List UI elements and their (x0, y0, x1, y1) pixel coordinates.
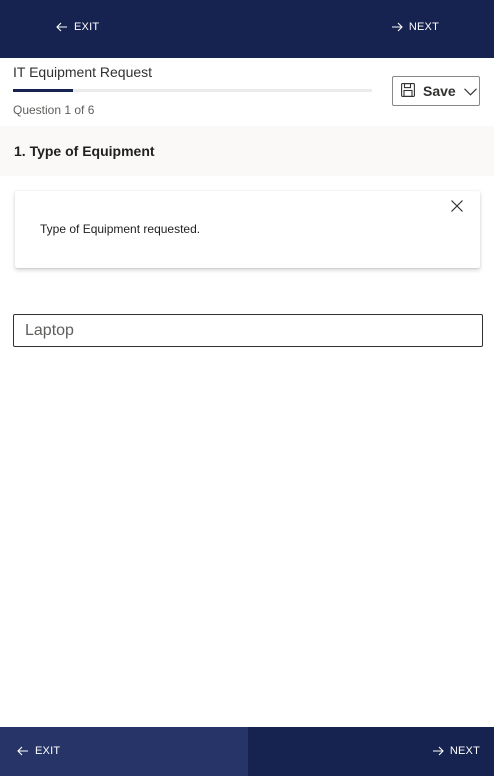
bottom-next-button[interactable]: NEXT (432, 745, 480, 757)
question-description: Type of Equipment requested. (40, 222, 201, 236)
question-header: 1. Type of Equipment (0, 126, 494, 176)
chevron-down-icon (463, 83, 477, 99)
arrow-left-icon (17, 746, 29, 756)
form-title: IT Equipment Request (13, 64, 153, 80)
question-counter: Question 1 of 6 (13, 103, 95, 117)
question-description-card: Type of Equipment requested. (15, 191, 480, 268)
question-title: 1. Type of Equipment (14, 143, 155, 159)
top-exit-button[interactable]: EXIT (56, 21, 99, 33)
top-exit-label: EXIT (74, 21, 100, 33)
bottom-next-label: NEXT (449, 745, 480, 757)
save-button-label: Save (423, 83, 456, 99)
arrow-left-icon (56, 22, 68, 32)
top-navigation-bar: EXIT NEXT (0, 0, 494, 58)
top-next-label: NEXT (408, 21, 439, 33)
bottom-exit-button[interactable]: EXIT (17, 745, 60, 757)
arrow-right-icon (391, 22, 403, 32)
bottom-exit-label: EXIT (35, 745, 61, 757)
floppy-disk-icon (401, 82, 415, 100)
progress-bar-fill (13, 89, 73, 92)
arrow-right-icon (432, 746, 444, 756)
top-next-button[interactable]: NEXT (391, 21, 439, 33)
close-icon[interactable] (450, 199, 464, 213)
save-button[interactable]: Save (392, 76, 480, 106)
progress-bar (13, 89, 372, 92)
answer-text-input[interactable] (13, 314, 483, 347)
bottom-navigation-bar: EXIT NEXT (0, 727, 494, 776)
